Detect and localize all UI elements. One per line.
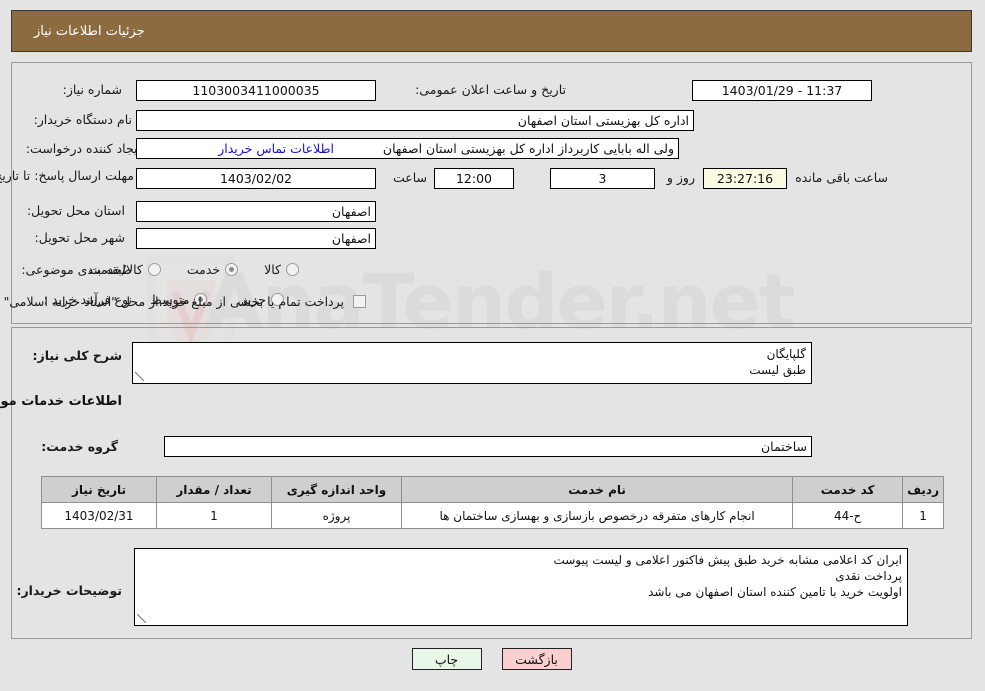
announce-datetime-label-wrap: تاریخ و ساعت اعلان عمومی: (416, 82, 567, 97)
buyer-org-label-wrap: نام دستگاه خریدار: (35, 112, 133, 127)
city-value: اصفهان (137, 228, 377, 249)
city-label-wrap: شهر محل تحویل: (36, 230, 126, 245)
radio-icon[interactable] (287, 263, 300, 276)
requester-label: ایجاد کننده درخواست: (26, 141, 142, 156)
col-quantity: تعداد / مقدار (157, 476, 273, 503)
category-option-label: کالا (265, 262, 282, 277)
col-need-date: تاریخ نیاز (42, 476, 158, 503)
service-group-label: گروه خدمت: (42, 439, 119, 454)
remaining-days-value: 3 (551, 168, 656, 189)
category-option-label: خدمت (187, 262, 222, 277)
city-label: شهر محل تحویل: (35, 230, 126, 245)
buyer-contact-link[interactable]: اطلاعات تماس خریدار (219, 141, 335, 156)
need-number-value: 1103003411000035 (137, 80, 377, 101)
province-label: استان محل تحویل: (27, 203, 126, 218)
buyer-notes-textarea[interactable]: ایران کد اعلامی مشابه خرید طبق پیش فاکتو… (135, 548, 909, 626)
treasury-note: پرداخت تمام یا بخشی از مبلغ خرید،از محل … (0, 294, 345, 309)
general-desc-label-wrap: شرح کلی نیاز: (34, 348, 123, 363)
service-group-label-wrap: گروه خدمت: (42, 439, 119, 454)
page-header: جزئیات اطلاعات نیاز (12, 10, 973, 52)
deadline-label: مهلت ارسال پاسخ: تا تاریخ: (0, 168, 135, 183)
treasury-checkbox[interactable] (354, 295, 367, 308)
cell-row-no: 1 (903, 502, 945, 529)
deadline-hour-label: ساعت (393, 170, 428, 185)
deadline-hour-value: 12:00 (435, 168, 515, 189)
general-desc-textarea[interactable]: گلپایگان طبق لیست (133, 342, 813, 384)
radio-icon[interactable] (148, 263, 162, 276)
col-service-name: نام خدمت (401, 476, 795, 503)
category-option-kala[interactable]: کالا (265, 262, 300, 277)
cell-quantity: 1 (157, 502, 273, 529)
print-button[interactable]: چاپ (412, 648, 483, 670)
category-option-label: کالا/خدمت (89, 262, 144, 277)
page-root: AnaTender.net جزئیات اطلاعات نیاز شماره … (0, 0, 985, 691)
table-row: 1 ح-44 انجام کارهای متفرقه درخصوص بازساز… (42, 502, 945, 529)
service-group-value: ساختمان (165, 436, 813, 457)
need-number-label: شماره نیاز: (63, 82, 123, 97)
buyer-notes-label: توضیحات خریدار: (17, 583, 123, 598)
remaining-suffix-label: ساعت باقی مانده (796, 170, 889, 185)
table-header-row: ردیف کد خدمت نام خدمت واحد اندازه گیری ت… (42, 476, 945, 503)
col-service-code: کد خدمت (793, 476, 905, 503)
province-value: اصفهان (137, 201, 377, 222)
cell-need-date: 1403/02/31 (42, 502, 158, 529)
need-number-label-wrap: شماره نیاز: (64, 82, 123, 97)
cell-service-name: انجام کارهای متفرقه درخصوص بازسازی و بهس… (401, 502, 795, 529)
deadline-label-wrap: مهلت ارسال پاسخ: تا تاریخ: (0, 168, 135, 183)
bottom-button-bar: بازگشت چاپ (0, 648, 985, 670)
back-button[interactable]: بازگشت (502, 648, 573, 670)
services-table-wrap: ردیف کد خدمت نام خدمت واحد اندازه گیری ت… (42, 476, 945, 529)
announce-datetime-value: 11:37 - 1403/01/29 (693, 80, 873, 101)
need-summary-panel (12, 62, 973, 324)
col-unit: واحد اندازه گیری (272, 476, 403, 503)
province-label-wrap: استان محل تحویل: (28, 203, 126, 218)
buyer-org-value: اداره کل بهزیستی استان اصفهان (137, 110, 695, 131)
general-desc-label: شرح کلی نیاز: (33, 348, 123, 363)
deadline-date-value: 1403/02/02 (137, 168, 377, 189)
buyer-org-label: نام دستگاه خریدار: (34, 112, 133, 127)
remaining-days-separator: روز و (667, 170, 696, 185)
services-section-title: اطلاعات خدمات مورد نیاز (0, 394, 123, 409)
cell-service-code: ح-44 (793, 502, 905, 529)
category-radio-group: کالا خدمت کالا/خدمت (89, 262, 300, 277)
page-title: جزئیات اطلاعات نیاز (35, 23, 146, 39)
announce-datetime-label: تاریخ و ساعت اعلان عمومی: (416, 82, 567, 97)
col-row-no: ردیف (903, 476, 945, 503)
cell-unit: پروژه (272, 502, 403, 529)
category-option-khedmat[interactable]: خدمت (187, 262, 240, 277)
category-option-kala-khedmat[interactable]: کالا/خدمت (89, 262, 162, 277)
services-table: ردیف کد خدمت نام خدمت واحد اندازه گیری ت… (42, 476, 945, 529)
radio-icon[interactable] (226, 263, 240, 276)
requester-label-wrap: ایجاد کننده درخواست: (27, 141, 142, 156)
buyer-notes-label-wrap: توضیحات خریدار: (17, 583, 123, 598)
remaining-countdown-value: 23:27:16 (704, 168, 788, 189)
